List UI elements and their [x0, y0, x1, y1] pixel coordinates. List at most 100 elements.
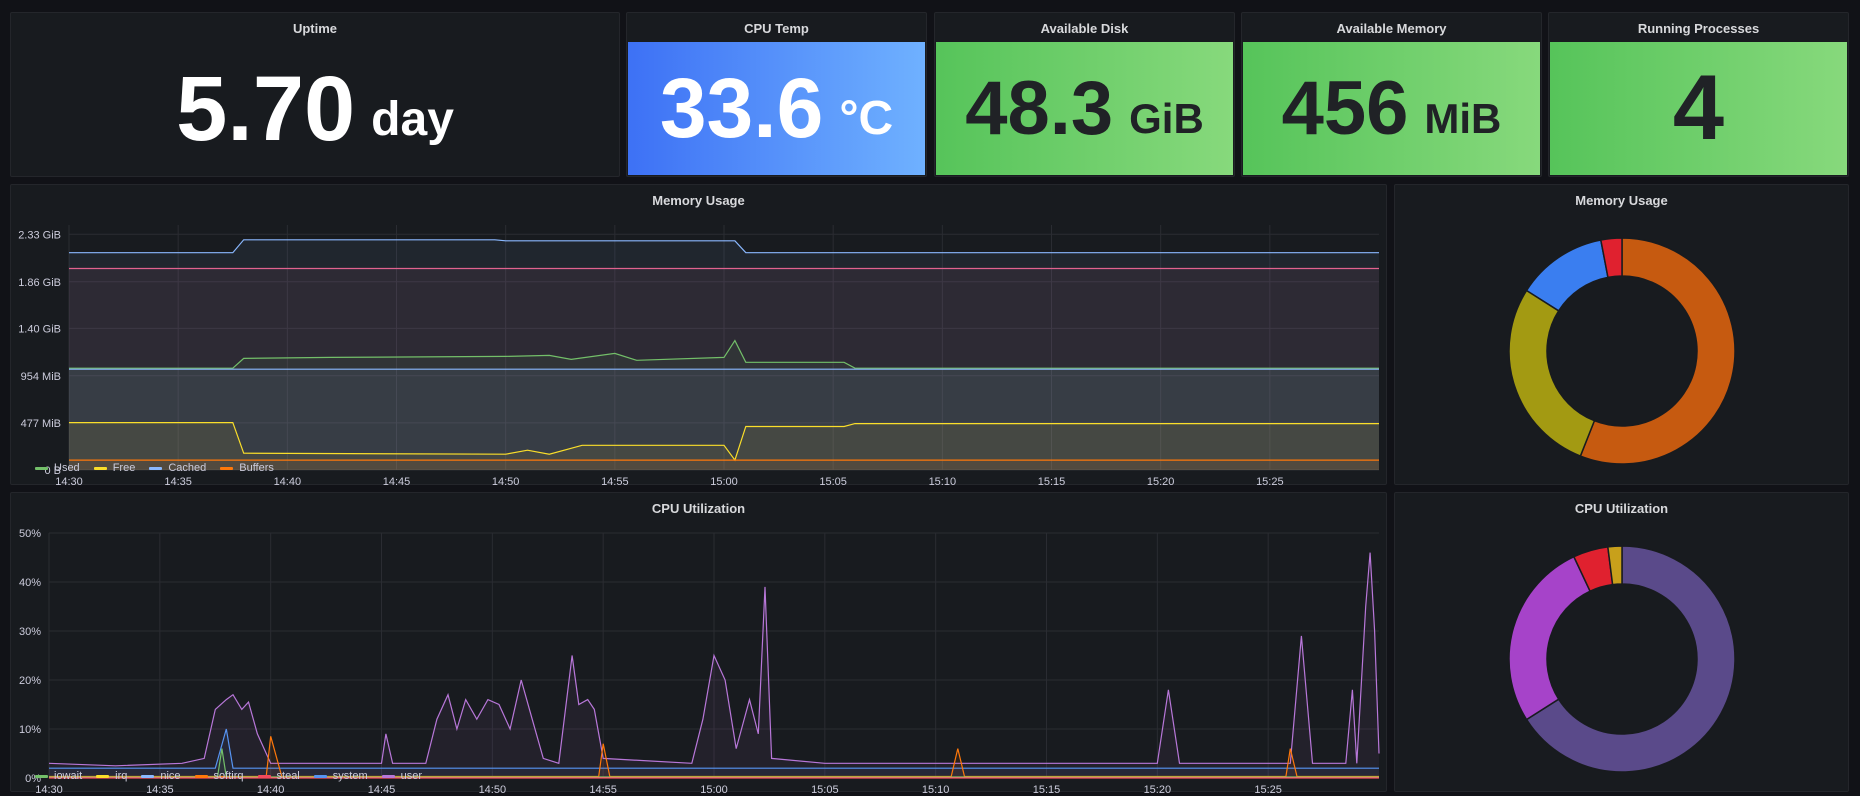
cpu-pie-panel[interactable]: CPU Utilization [1394, 492, 1849, 792]
legend-swatch [96, 774, 110, 778]
x-tick-label: 15:25 [1254, 784, 1282, 793]
legend-label: system [332, 770, 368, 782]
donut-slice-free [1508, 289, 1596, 458]
memory-usage-panel[interactable]: Memory Usage 0 B 477 MiB 954 MiB 1.40 GiB 1.… [10, 184, 1387, 485]
legend-swatch [220, 466, 234, 470]
stat-panel-uptime[interactable]: Uptime 5.70 day [10, 12, 620, 177]
legend-label: irq [115, 770, 128, 782]
stat-unit: MiB [1424, 94, 1502, 142]
y-tick-label: 2.33 GiB [18, 229, 61, 241]
stat-panel-available-memory[interactable]: Available Memory 456 MiB [1241, 12, 1542, 177]
x-tick-label: 15:10 [929, 476, 957, 485]
x-tick-label: 14:45 [368, 784, 396, 793]
stat-value: 33.6 [659, 61, 824, 155]
y-tick-label: 40% [19, 577, 41, 589]
legend-item-nice[interactable]: nice [141, 770, 181, 782]
legend-item-iowait[interactable]: iowait [35, 770, 82, 782]
x-tick-label: 14:45 [383, 476, 411, 485]
x-tick-label: 15:20 [1144, 784, 1172, 793]
legend-item-free[interactable]: Free [93, 462, 135, 474]
x-tick-label: 15:15 [1038, 476, 1066, 485]
x-tick-label: 15:15 [1033, 784, 1061, 793]
memory-legend: Used Free Cached Buffers [35, 462, 274, 474]
x-tick-label: 14:40 [274, 476, 302, 485]
x-tick-label: 15:10 [922, 784, 950, 793]
x-tick-label: 14:30 [55, 476, 83, 485]
legend-swatch [194, 774, 208, 778]
legend-swatch [93, 466, 107, 470]
legend-item-user[interactable]: user [381, 770, 423, 782]
x-tick-label: 15:05 [819, 476, 847, 485]
legend-label: Buffers [239, 462, 274, 474]
stat-panel-cpu-temp[interactable]: CPU Temp 33.6 °C [626, 12, 927, 177]
legend-label: Used [54, 462, 80, 474]
stat-unit: °C [839, 92, 894, 145]
x-tick-label: 14:35 [146, 784, 174, 793]
x-tick-label: 15:25 [1256, 476, 1284, 485]
stat-value: 5.70 [176, 57, 356, 160]
panel-title: Available Disk [1040, 21, 1129, 36]
stat-unit: day [371, 92, 454, 146]
legend-item-steal[interactable]: steal [257, 770, 300, 782]
legend-item-used[interactable]: Used [35, 462, 80, 474]
x-tick-label: 14:40 [257, 784, 285, 793]
legend-item-buffers[interactable]: Buffers [220, 462, 274, 474]
y-tick-label: 954 MiB [21, 371, 61, 383]
y-tick-label: 1.40 GiB [18, 323, 61, 335]
panel-title: CPU Utilization [651, 501, 746, 516]
panel-title: Available Memory [1336, 21, 1447, 36]
legend-label: iowait [54, 770, 83, 782]
legend-item-system[interactable]: system [313, 770, 368, 782]
memory-donut-chart [1508, 237, 1736, 465]
x-tick-label: 14:55 [601, 476, 629, 485]
x-tick-label: 15:05 [811, 784, 839, 793]
x-tick-label: 14:55 [589, 784, 617, 793]
panel-title: CPU Temp [744, 21, 809, 36]
stat-panel-running-processes[interactable]: Running Processes 4 [1548, 12, 1849, 177]
stat-value: 456 [1281, 66, 1409, 151]
x-tick-label: 14:35 [164, 476, 192, 485]
x-tick-label: 15:00 [700, 784, 728, 793]
legend-swatch [381, 774, 395, 778]
cpu-donut-chart [1508, 545, 1736, 773]
x-tick-label: 15:20 [1147, 476, 1175, 485]
legend-label: user [400, 770, 423, 782]
panel-title: Memory Usage [1575, 193, 1668, 208]
y-tick-label: 10% [19, 724, 41, 736]
stat-unit: GiB [1129, 94, 1204, 142]
stat-value: 4 [1672, 57, 1725, 159]
legend-item-cached[interactable]: Cached [149, 462, 206, 474]
y-tick-label: 30% [19, 626, 41, 638]
x-tick-label: 14:30 [35, 784, 63, 793]
x-tick-label: 14:50 [492, 476, 520, 485]
y-tick-label: 477 MiB [21, 418, 61, 430]
stat-panel-available-disk[interactable]: Available Disk 48.3 GiB [934, 12, 1235, 177]
donut-slice-user [1508, 555, 1592, 721]
panel-title: Memory Usage [652, 193, 745, 208]
x-tick-label: 14:50 [479, 784, 507, 793]
memory-usage-chart: 0 B477 MiB954 MiB1.40 GiB1.86 GiB2.33 Gi… [18, 225, 1379, 485]
panel-title: CPU Utilization [1574, 501, 1669, 516]
y-tick-label: 20% [19, 675, 41, 687]
legend-swatch [257, 774, 271, 778]
legend-item-softirq[interactable]: softirq [194, 770, 244, 782]
legend-label: nice [160, 770, 181, 782]
legend-label: Cached [168, 462, 207, 474]
legend-label: softirq [213, 770, 244, 782]
legend-item-irq[interactable]: irq [96, 770, 127, 782]
legend-swatch [141, 774, 155, 778]
y-tick-label: 50% [19, 528, 41, 540]
stat-value: 48.3 [965, 66, 1114, 151]
panel-title: Running Processes [1637, 21, 1760, 36]
legend-label: steal [276, 770, 300, 782]
panel-title: Uptime [292, 21, 338, 36]
x-tick-label: 15:00 [710, 476, 738, 485]
legend-swatch [149, 466, 163, 470]
cpu-legend: iowait irq nice softirq steal system user [35, 770, 422, 782]
y-tick-label: 1.86 GiB [18, 277, 61, 289]
cpu-utilization-chart: 0%10%20%30%40%50%14:30 14:35 14:40 14:45 14:… [19, 528, 1380, 793]
legend-swatch [35, 466, 48, 470]
memory-pie-panel[interactable]: Memory Usage [1394, 184, 1849, 485]
cpu-utilization-panel[interactable]: CPU Utilization 0% 10% 20% 30% 40% 50% 14:30 14… [10, 492, 1387, 793]
legend-swatch [313, 774, 327, 778]
